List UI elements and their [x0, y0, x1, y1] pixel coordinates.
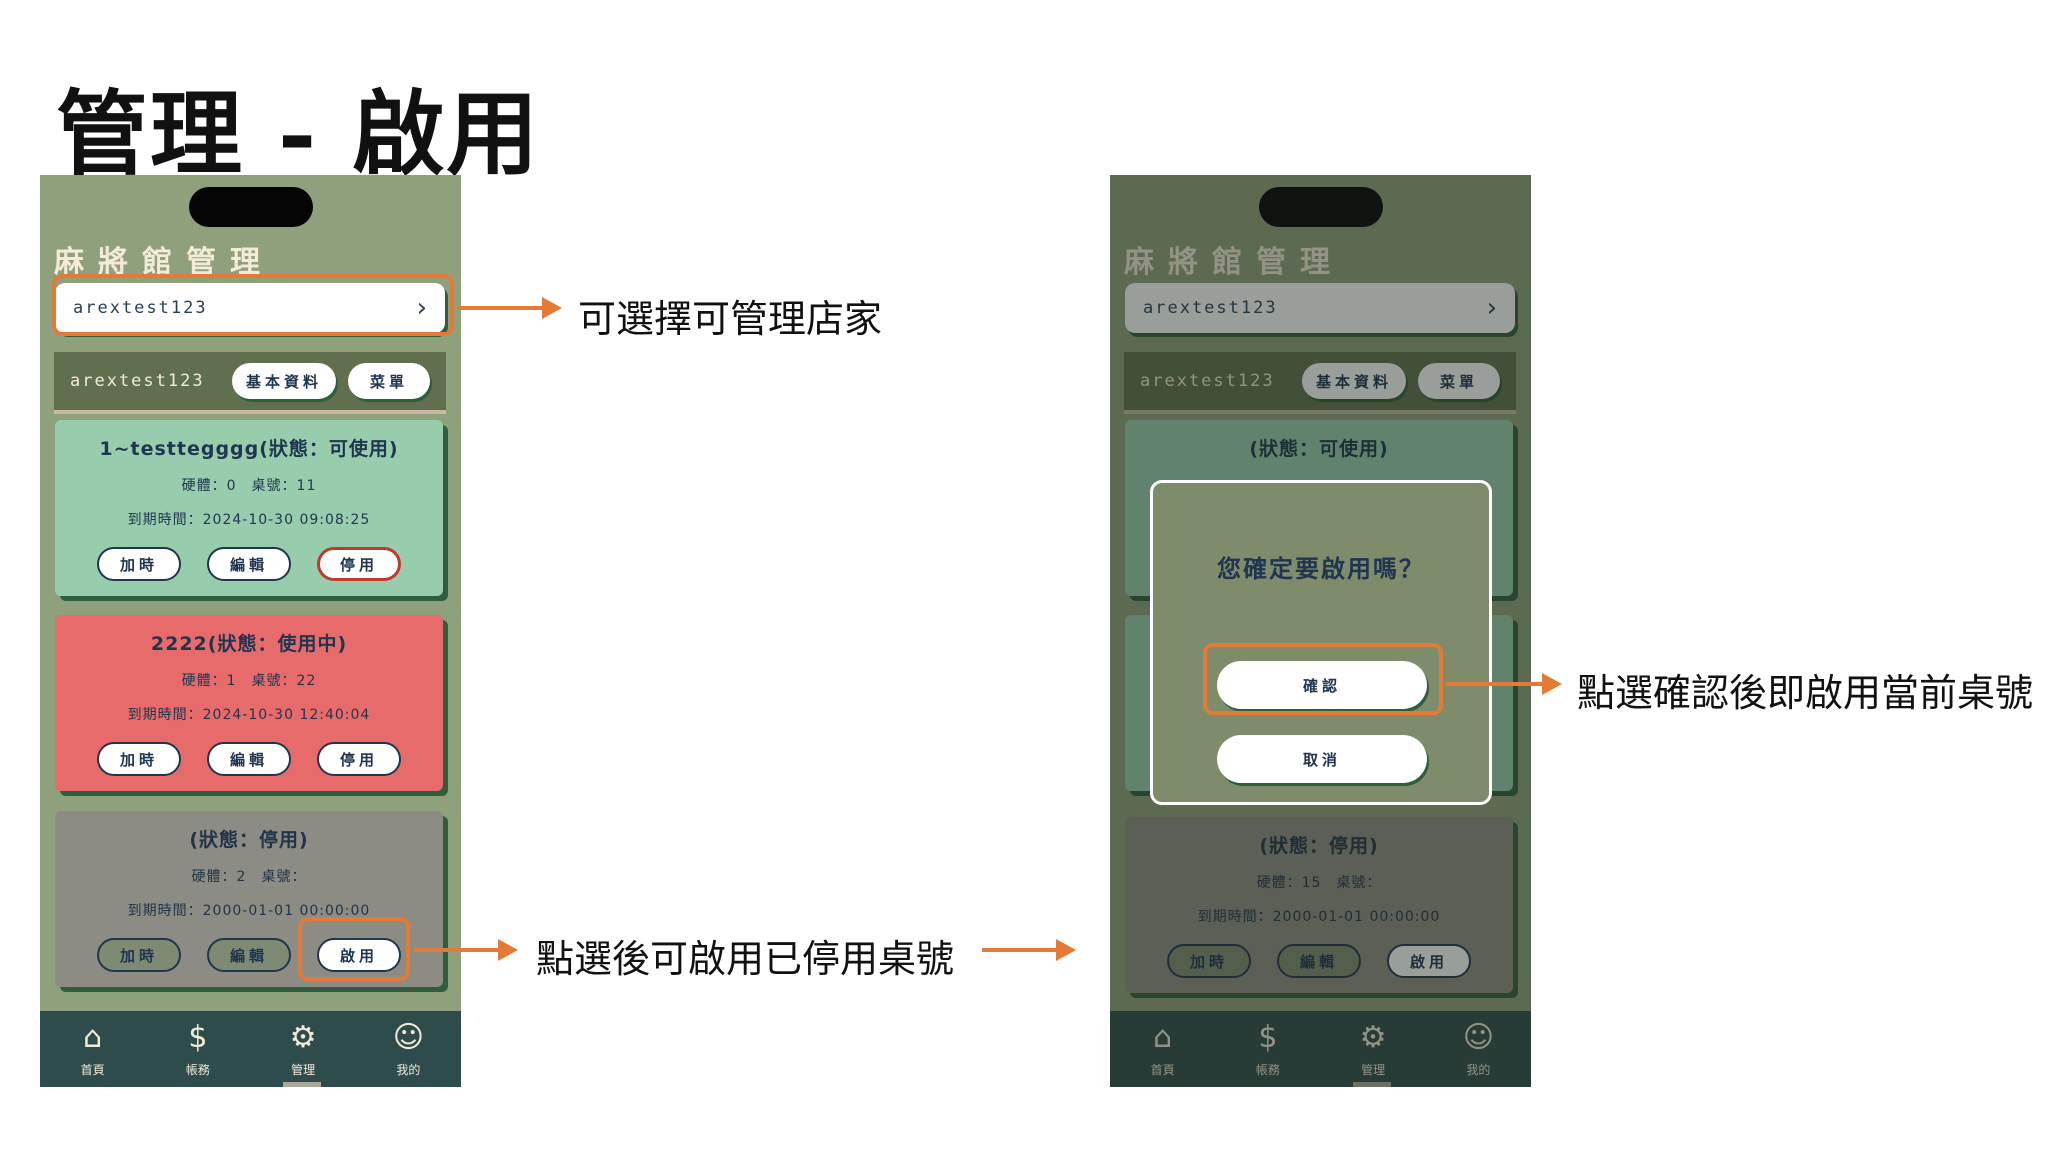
arrow: [982, 939, 1076, 961]
table-card: 2222(狀態：使用中) 硬體：1 桌號：22 到期時間：2024-10-30 …: [55, 615, 443, 791]
edit-button[interactable]: 編輯: [207, 938, 291, 972]
table-heading: (狀態：停用): [189, 829, 309, 851]
store-name: arextest123: [70, 371, 205, 391]
dynamic-island: [189, 187, 313, 227]
edit-button[interactable]: 編輯: [207, 742, 291, 776]
add-time-button[interactable]: 加時: [97, 742, 181, 776]
menu-button[interactable]: 菜單: [348, 363, 430, 399]
table-card: 1~testtegggg(狀態：可使用) 硬體：0 桌號：11 到期時間：202…: [55, 420, 443, 596]
edit-button[interactable]: 編輯: [207, 547, 291, 581]
table-hardware: 硬體：0 桌號：11: [181, 478, 317, 494]
highlight-enable-button: [298, 917, 410, 981]
tab-profile[interactable]: ☺ 我的: [356, 1011, 461, 1087]
tab-label: 首頁: [80, 1062, 105, 1077]
confirm-question: 您確定要啟用嗎？: [1217, 555, 1425, 583]
basic-info-button[interactable]: 基本資料: [232, 363, 336, 399]
money-bag-icon: $: [188, 1019, 208, 1055]
table-hardware: 硬體：2 桌號：: [191, 869, 307, 885]
arrow: [1446, 673, 1562, 695]
add-time-button[interactable]: 加時: [97, 938, 181, 972]
slide-title: 管理 - 啟用: [56, 80, 541, 188]
bottom-tab-bar: ⌂ 首頁 $ 帳務 ⚙ 管理 ☺ 我的: [40, 1011, 461, 1087]
annotation-shop-select: 可選擇可管理店家: [578, 297, 883, 341]
active-tab-indicator: [283, 1082, 321, 1087]
tab-accounts[interactable]: $ 帳務: [145, 1011, 250, 1087]
disable-button[interactable]: 停用: [317, 547, 401, 581]
table-expiry: 到期時間：2024-10-30 09:08:25: [127, 512, 371, 528]
tab-label: 帳務: [185, 1062, 210, 1077]
highlight-confirm-button: [1203, 643, 1443, 715]
table-heading: 2222(狀態：使用中): [150, 633, 348, 655]
tab-label: 我的: [396, 1062, 421, 1077]
arrow: [414, 939, 518, 961]
annotation-enable-table: 點選後可啟用已停用桌號: [536, 937, 955, 981]
annotation-confirm-enable: 點選確認後即啟用當前桌號: [1577, 671, 2034, 715]
tab-label: 管理: [291, 1062, 316, 1077]
gear-icon: ⚙: [289, 1019, 317, 1055]
store-bar: arextest123 基本資料 菜單: [54, 352, 446, 414]
table-expiry: 到期時間：2024-10-30 12:40:04: [127, 707, 371, 723]
tab-manage[interactable]: ⚙ 管理: [251, 1011, 356, 1087]
phone-screen-right: 麻將館管理 arextest123 › arextest123 基本資料 菜單 …: [1110, 175, 1531, 1087]
house-icon: ⌂: [83, 1019, 103, 1055]
arrow: [458, 297, 562, 319]
disable-button[interactable]: 停用: [317, 742, 401, 776]
cancel-button[interactable]: 取消: [1217, 735, 1427, 783]
table-heading: 1~testtegggg(狀態：可使用): [99, 438, 399, 460]
add-time-button[interactable]: 加時: [97, 547, 181, 581]
tab-home[interactable]: ⌂ 首頁: [40, 1011, 145, 1087]
user-icon: ☺: [392, 1019, 425, 1055]
table-hardware: 硬體：1 桌號：22: [181, 673, 317, 689]
highlight-shop-selector: [52, 274, 454, 336]
